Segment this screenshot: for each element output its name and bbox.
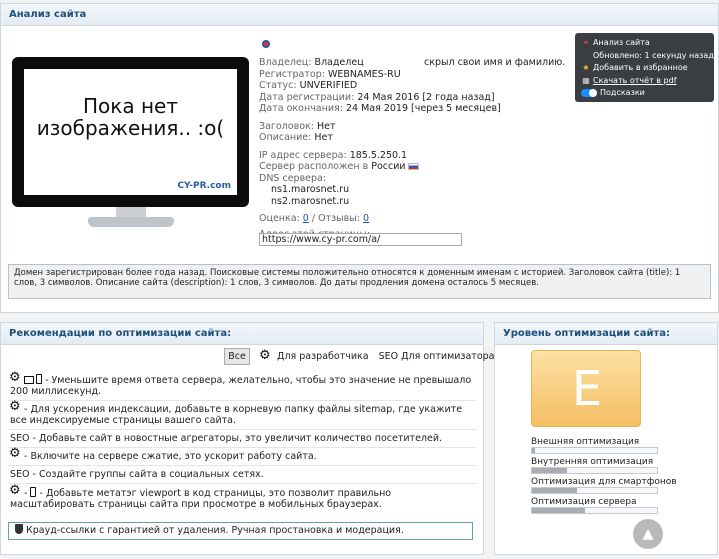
bar-fill bbox=[532, 488, 577, 493]
monitor-stand bbox=[88, 217, 174, 227]
bar-fill bbox=[532, 448, 535, 453]
list-item: - Для ускорения индексации, добавьте в к… bbox=[8, 401, 476, 430]
phone-icon bbox=[30, 487, 37, 497]
gear-icon bbox=[9, 372, 21, 386]
location-row: Сервер расположен в России bbox=[259, 161, 569, 173]
grade-letter: E bbox=[571, 361, 603, 417]
owner-value: Владелец скрыл свои имя и фамилию. bbox=[314, 57, 566, 68]
exp-date-value: 24 Мая 2019 [через 5 месяцев] bbox=[345, 103, 501, 114]
dns-row: DNS сервера: bbox=[259, 172, 327, 184]
watermark-logo: CY-PR.com bbox=[177, 181, 231, 191]
monitor-neck bbox=[116, 207, 146, 217]
star-icon: ★ bbox=[582, 63, 590, 72]
reg-date-row: Дата регистрации: 24 Мая 2016 [2 года на… bbox=[259, 91, 495, 103]
toggle-icon[interactable] bbox=[581, 88, 597, 97]
menu-hints[interactable]: Подсказки bbox=[581, 87, 714, 100]
optimization-bars: Внешняя оптимизация Внутренняя оптимизац… bbox=[531, 437, 677, 517]
list-item: - Включите на сервере сжатие, это ускори… bbox=[8, 448, 476, 466]
bar-internal: Внутренняя оптимизация bbox=[531, 457, 661, 477]
no-image-text: Пока нет изображения.. :o( bbox=[36, 94, 225, 140]
analysis-title: Анализ сайта bbox=[1, 4, 718, 26]
domain-info: Владелец: Владелец скрыл свои имя и фами… bbox=[259, 57, 569, 240]
ip-row: IP адрес сервера: 185.5.250.1 bbox=[259, 149, 408, 161]
bar-fill bbox=[532, 508, 585, 513]
reviews-link[interactable]: 0 bbox=[363, 213, 369, 224]
menu-analyze[interactable]: ⚭ Анализ сайта bbox=[581, 37, 714, 50]
monitor-frame: Пока нет изображения.. :o( CY-PR.com bbox=[12, 57, 249, 207]
menu-pdf[interactable]: ▦ Скачать отчёт в pdf bbox=[581, 75, 714, 88]
dns-1: ns1.marosnet.ru bbox=[271, 184, 350, 195]
russia-flag-icon bbox=[407, 163, 419, 170]
registrar-value: WEBNAMES-RU bbox=[327, 68, 401, 80]
owner-row: Владелец: Владелец скрыл свои имя и фами… bbox=[259, 57, 566, 68]
phone-icon bbox=[36, 374, 43, 384]
recommendation-filters: Все Для разработчика SEO Для оптимизатор… bbox=[224, 348, 495, 365]
ip-value: 185.5.250.1 bbox=[349, 149, 408, 161]
status-row: Статус: UNVERIFIED bbox=[259, 80, 358, 91]
filter-dev-button[interactable]: Для разработчика bbox=[259, 348, 369, 363]
recommendations-title: Рекомендации по оптимизации сайта: bbox=[1, 323, 483, 345]
dns-2: ns2.marosnet.ru bbox=[271, 195, 350, 207]
exp-date-row: Дата окончания: 24 Мая 2019 [через 5 мес… bbox=[259, 103, 501, 114]
page-address-field[interactable]: https://www.cy-pr.com/a/ bbox=[259, 233, 462, 246]
status-value: UNVERIFIED bbox=[299, 80, 358, 91]
title-value: Нет bbox=[316, 120, 336, 132]
actions-menu: ⚭ Анализ сайта Обновлено: 1 секунду назад… bbox=[575, 33, 714, 102]
gear-icon bbox=[9, 401, 21, 415]
bar-mobile: Оптимизация для смартфонов bbox=[531, 477, 677, 497]
gear-icon bbox=[9, 448, 21, 462]
desc-row: Описание: Нет bbox=[259, 132, 333, 143]
menu-updated: Обновлено: 1 секунду назад bbox=[593, 50, 714, 60]
rating-row: Оценка: 0 / Отзывы: 0 bbox=[259, 213, 370, 224]
rating-link[interactable]: 0 bbox=[303, 213, 309, 224]
monitor-screen: Пока нет изображения.. :o( CY-PR.com bbox=[24, 69, 237, 195]
bar-fill bbox=[532, 468, 567, 473]
reg-date-value: 24 Мая 2016 [2 года назад] bbox=[357, 91, 495, 103]
registrar-row: Регистратор: WEBNAMES-RU bbox=[259, 68, 401, 80]
level-title: Уровень оптимизации сайта: bbox=[495, 323, 717, 345]
list-item: SEO - Добавьте сайт в новостные агрегато… bbox=[8, 430, 476, 448]
shield-icon bbox=[15, 524, 23, 534]
bar-server: Оптимизация сервера bbox=[531, 497, 661, 517]
title-row: Заголовок: Нет bbox=[259, 120, 336, 132]
list-item: - Уменьшите время ответа сервера, желате… bbox=[8, 371, 476, 401]
bar-external: Внешняя оптимизация bbox=[531, 437, 661, 457]
filter-all-button[interactable]: Все bbox=[224, 348, 250, 365]
favicon-icon bbox=[262, 40, 270, 48]
desktop-icon bbox=[24, 376, 35, 384]
gear-icon bbox=[259, 348, 271, 363]
list-item: - - Добавьте метатэг viewport в код стра… bbox=[8, 484, 476, 513]
crowd-links-banner[interactable]: Крауд-ссылки с гарантией от удаления. Ру… bbox=[8, 522, 473, 540]
grade-badge: E bbox=[531, 350, 641, 427]
domain-notice: Домен зарегистрирован более года назад. … bbox=[8, 264, 711, 299]
site-screenshot: Пока нет изображения.. :o( CY-PR.com bbox=[12, 57, 249, 229]
filter-seo-button[interactable]: SEO Для оптимизатора bbox=[379, 351, 495, 362]
chevron-up-icon: ▲ bbox=[642, 526, 654, 542]
menu-favorite[interactable]: ★ Добавить в избранное bbox=[581, 62, 714, 75]
pulse-icon: ⚭ bbox=[582, 38, 590, 47]
list-item: SEO - Создайте группы сайта в социальных… bbox=[8, 466, 476, 484]
recommendations-list: - Уменьшите время ответа сервера, желате… bbox=[8, 371, 476, 513]
pdf-icon: ▦ bbox=[582, 75, 590, 85]
location-value: России bbox=[371, 161, 406, 172]
desc-value: Нет bbox=[314, 132, 333, 143]
gear-icon bbox=[9, 485, 21, 499]
scroll-top-button[interactable]: ▲ bbox=[633, 519, 663, 549]
